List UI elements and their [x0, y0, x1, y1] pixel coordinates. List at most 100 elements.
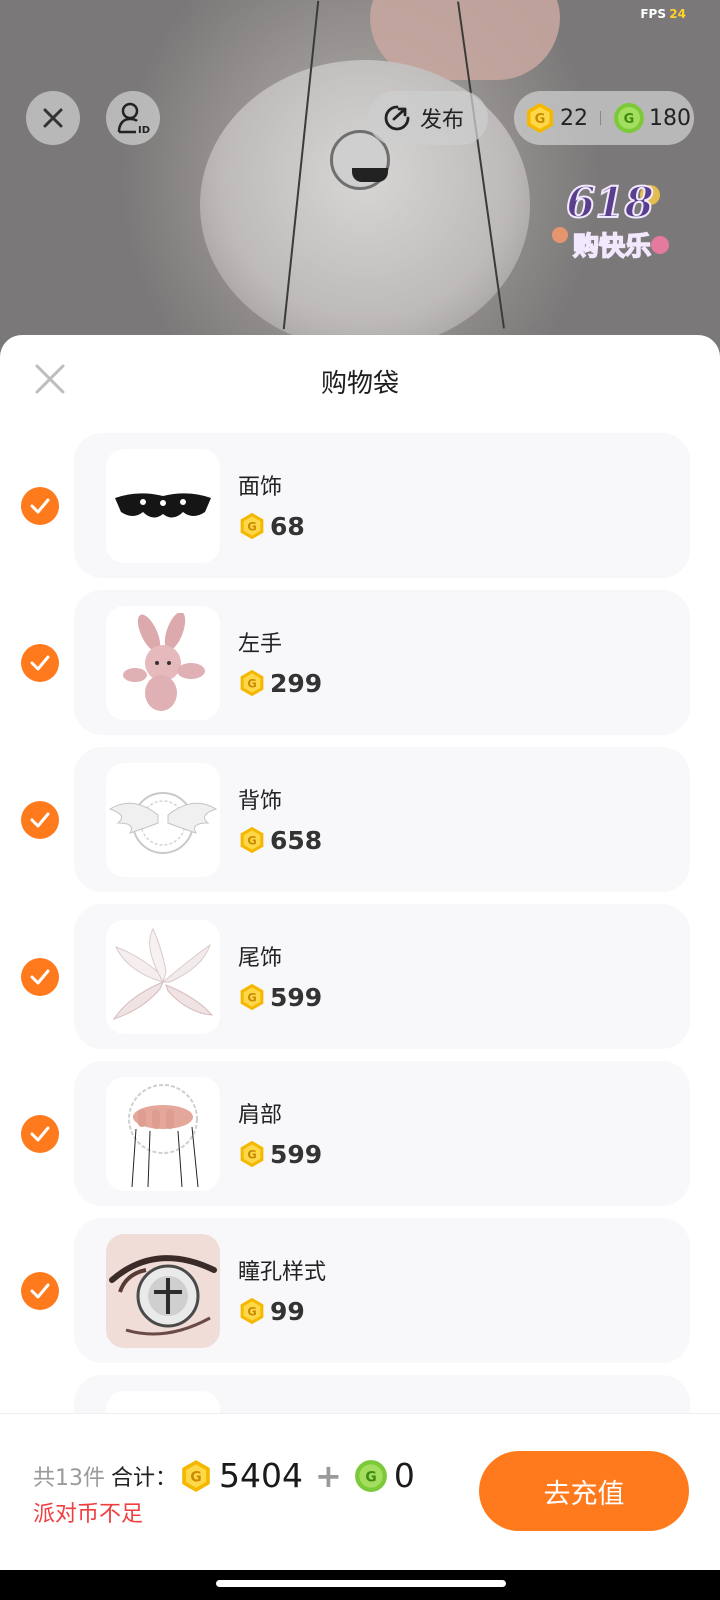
home-indicator[interactable] — [216, 1580, 506, 1587]
item-thumbnail — [106, 606, 220, 720]
svg-text:G: G — [247, 990, 256, 1004]
cart-item[interactable]: 尾饰 G 599 — [0, 904, 720, 1049]
publish-button[interactable]: 发布 — [368, 91, 488, 145]
green-coin-icon: G — [614, 103, 644, 133]
checkmark-icon — [30, 812, 50, 828]
item-price-value: 658 — [270, 825, 323, 855]
item-name: 左手 — [238, 632, 283, 657]
gold-coin-icon: G — [182, 1459, 210, 1492]
item-price-value: 599 — [270, 1139, 323, 1169]
svg-text:G: G — [190, 1469, 201, 1485]
item-card[interactable]: 面饰 G 68 — [74, 433, 690, 578]
recharge-button[interactable]: 去充值 — [479, 1451, 689, 1531]
item-name: 面饰 — [238, 475, 283, 500]
fps-value: 24 — [669, 7, 686, 21]
item-checkbox[interactable] — [21, 487, 59, 525]
item-checkbox[interactable] — [21, 958, 59, 996]
item-name: 瞳孔样式 — [238, 1260, 327, 1285]
item-price: G 599 — [238, 1139, 322, 1169]
plus-sign: + — [315, 1456, 342, 1495]
user-id-icon: ID — [117, 102, 150, 135]
item-checkbox[interactable] — [21, 801, 59, 839]
cart-item[interactable]: 瞳孔样式 G 99 — [0, 1218, 720, 1363]
checkout-bar: 共13件 合计： G 5404 + G 0 派对币不足 去充值 — [0, 1413, 720, 1570]
eye-pupil-image — [109, 1255, 217, 1336]
item-price-value: 99 — [270, 1296, 305, 1326]
sheet-title: 购物袋 — [320, 369, 399, 399]
cart-item[interactable]: 肩部 G 599 — [0, 1061, 720, 1206]
item-thumbnail — [106, 920, 220, 1034]
item-checkbox[interactable] — [21, 1115, 59, 1153]
checkmark-icon — [30, 498, 50, 514]
lace-mask-image — [115, 493, 211, 518]
insufficient-balance-warning: 派对币不足 — [33, 1502, 144, 1527]
item-checkbox[interactable] — [21, 644, 59, 682]
event-618-badge[interactable]: 618 购快乐 — [540, 165, 680, 275]
svg-text:G: G — [365, 1469, 376, 1485]
green-coin-count: 180 — [649, 105, 691, 131]
gold-coin-icon: G — [240, 512, 264, 540]
fox-tails-image — [112, 927, 214, 1020]
item-price-value: 299 — [270, 668, 323, 698]
checkmark-icon — [30, 969, 50, 985]
system-nav-bar — [0, 1570, 720, 1600]
item-price: G 658 — [238, 825, 322, 855]
badge-number: 618 — [566, 178, 654, 227]
item-card[interactable]: 左手 G 299 — [74, 590, 690, 735]
item-card[interactable]: 尾饰 G 599 — [74, 904, 690, 1049]
item-card[interactable]: 肩部 G 599 — [74, 1061, 690, 1206]
svg-text:ID: ID — [138, 125, 150, 135]
gold-total: 5404 — [219, 1456, 303, 1495]
checkmark-icon — [30, 1126, 50, 1142]
gold-coin-icon: G — [240, 826, 264, 854]
coin-divider — [600, 111, 601, 125]
gold-coin-icon: G — [240, 1297, 264, 1325]
gold-coin-icon: G — [240, 1140, 264, 1168]
gold-coin-icon: G — [240, 983, 264, 1011]
item-thumbnail — [106, 763, 220, 877]
publish-icon — [384, 105, 410, 131]
item-checkbox[interactable] — [21, 1272, 59, 1310]
item-thumbnail — [106, 449, 220, 563]
svg-text:G: G — [624, 112, 635, 127]
cart-item[interactable]: 面饰 G 68 — [0, 433, 720, 578]
item-count: 共13件 — [33, 1465, 105, 1491]
green-coin-icon: G — [354, 1459, 387, 1492]
item-card[interactable]: 背饰 G 658 — [74, 747, 690, 892]
gold-coin-icon: G — [527, 103, 553, 133]
item-name: 尾饰 — [238, 946, 283, 971]
item-price: G 99 — [238, 1296, 305, 1326]
item-thumbnail — [106, 1234, 220, 1348]
preview-mask — [352, 168, 388, 182]
cart-item[interactable]: 背饰 G 658 — [0, 747, 720, 892]
item-price: G 299 — [238, 668, 322, 698]
cart-item[interactable]: 左手 G 299 — [0, 590, 720, 735]
shopping-bag-sheet: 购物袋 面饰 G 68 左手 G 299 背饰 G 658 尾饰 G 599 肩… — [0, 335, 720, 1600]
item-price: G 599 — [238, 982, 322, 1012]
gold-coin-icon: G — [240, 669, 264, 697]
item-name: 背饰 — [238, 789, 283, 814]
bunny-plush-image — [123, 613, 205, 711]
user-id-button[interactable]: ID — [106, 91, 160, 145]
event-badge-graphic: 618 购快乐 — [552, 177, 669, 263]
svg-text:G: G — [535, 112, 546, 127]
halo-wings-image — [108, 792, 218, 854]
coin-balance[interactable]: G 22 G 180 — [514, 91, 694, 145]
item-price-value: 599 — [270, 982, 323, 1012]
badge-text: 购快乐 — [573, 232, 651, 262]
item-thumbnail — [106, 1077, 220, 1191]
cart-item-list[interactable]: 面饰 G 68 左手 G 299 背饰 G 658 尾饰 G 599 肩部 G … — [0, 433, 720, 1495]
puppet-hand-image — [128, 1084, 199, 1188]
svg-text:G: G — [247, 519, 256, 533]
item-card[interactable]: 瞳孔样式 G 99 — [74, 1218, 690, 1363]
total-summary: 共13件 合计： G 5404 + G 0 — [33, 1456, 415, 1495]
checkmark-icon — [30, 655, 50, 671]
svg-text:G: G — [247, 833, 256, 847]
total-label: 合计： — [111, 1465, 178, 1491]
publish-label: 发布 — [420, 108, 465, 133]
close-preview-button[interactable] — [26, 91, 80, 145]
close-icon — [43, 108, 63, 128]
svg-text:G: G — [247, 1304, 256, 1318]
item-price: G 68 — [238, 511, 305, 541]
svg-text:G: G — [247, 676, 256, 690]
